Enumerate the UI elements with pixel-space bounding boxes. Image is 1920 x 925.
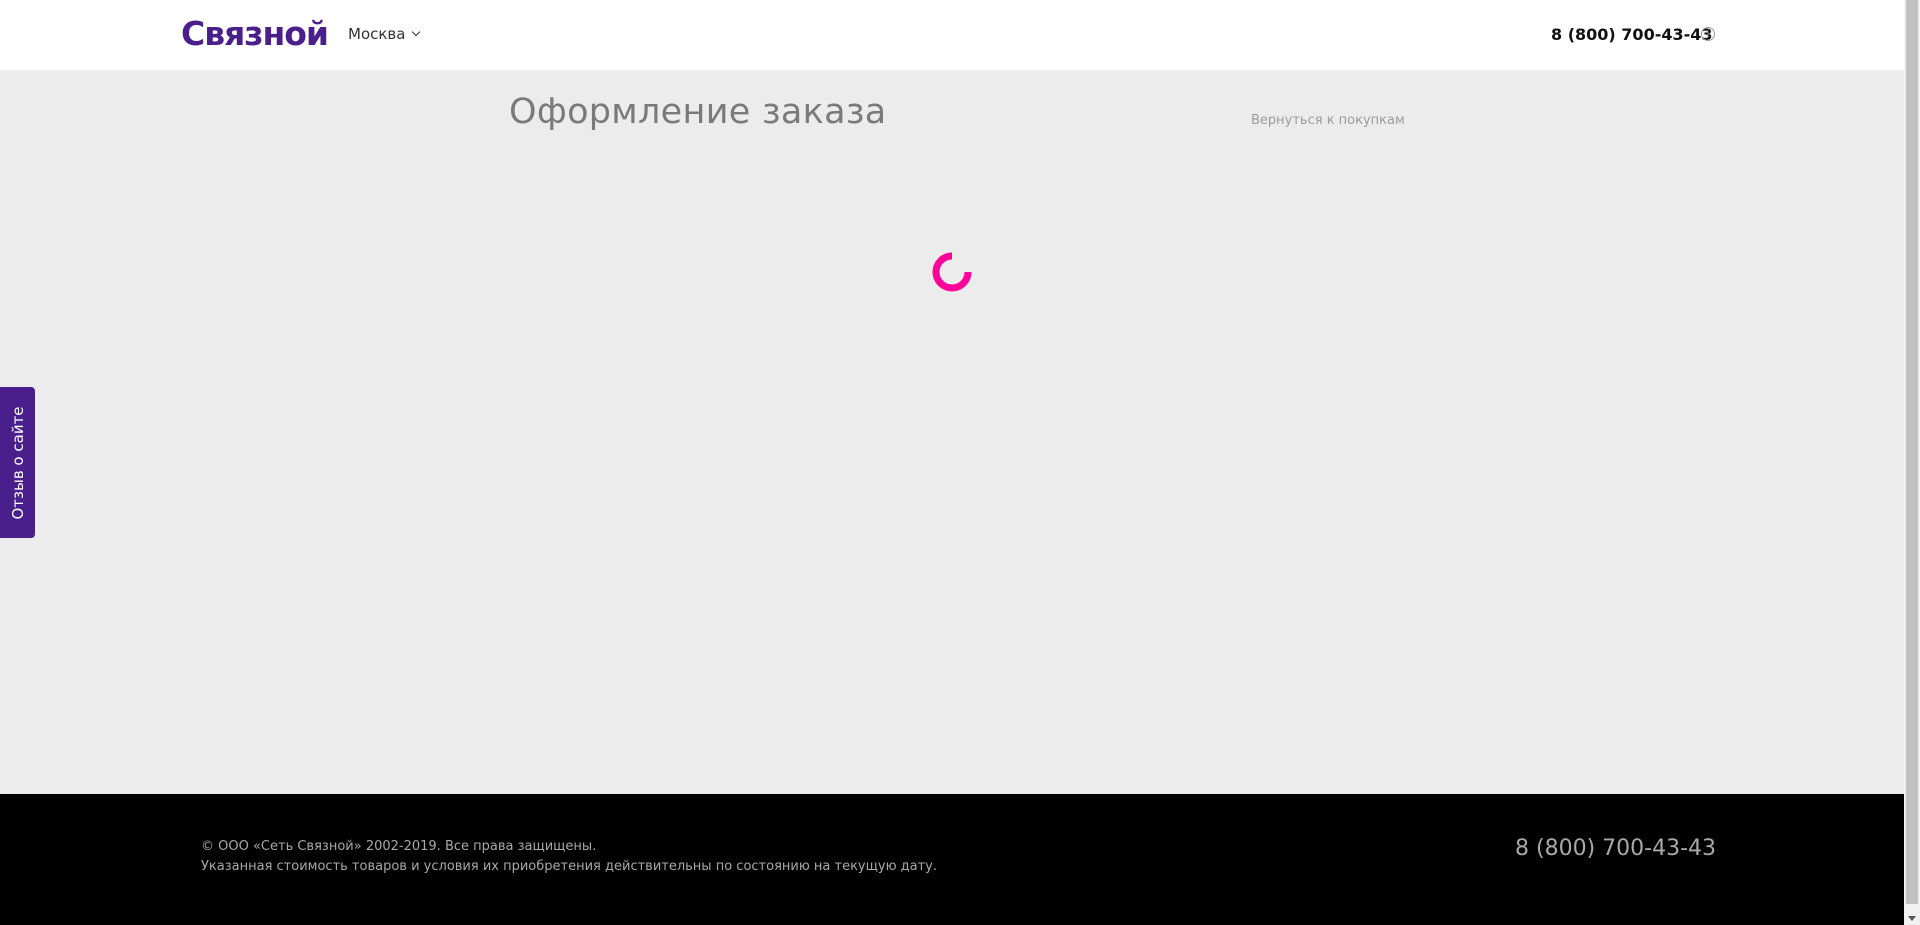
footer-legal: © ООО «Сеть Связной» 2002-2019. Все прав… <box>201 837 937 877</box>
page-title: Оформление заказа <box>509 92 887 132</box>
feedback-tab-label: Отзыв о сайте <box>8 405 27 520</box>
site-footer: © ООО «Сеть Связной» 2002-2019. Все прав… <box>0 794 1904 925</box>
back-to-shopping-link[interactable]: Вернуться к покупкам <box>1251 113 1405 128</box>
disclaimer-text: Указанная стоимость товаров и условия их… <box>201 859 937 874</box>
feedback-tab[interactable]: Отзыв о сайте <box>0 387 35 538</box>
info-icon[interactable]: i <box>1701 27 1715 41</box>
city-selector[interactable]: Москва <box>348 25 421 43</box>
site-header: Связной Москва 8 (800) 700-43-43 i <box>0 0 1904 70</box>
scroll-down-arrow-icon[interactable] <box>1908 916 1916 921</box>
header-phone[interactable]: 8 (800) 700-43-43 <box>1551 25 1713 44</box>
chevron-down-icon <box>412 27 421 37</box>
footer-phone[interactable]: 8 (800) 700-43-43 <box>1515 836 1716 861</box>
scrollbar[interactable] <box>1904 0 1920 925</box>
logo[interactable]: Связной <box>181 14 329 53</box>
spinner-icon <box>932 252 972 292</box>
city-label: Москва <box>348 25 406 43</box>
copyright-text: © ООО «Сеть Связной» 2002-2019. Все прав… <box>201 839 597 854</box>
scrollbar-thumb[interactable] <box>1906 0 1918 904</box>
